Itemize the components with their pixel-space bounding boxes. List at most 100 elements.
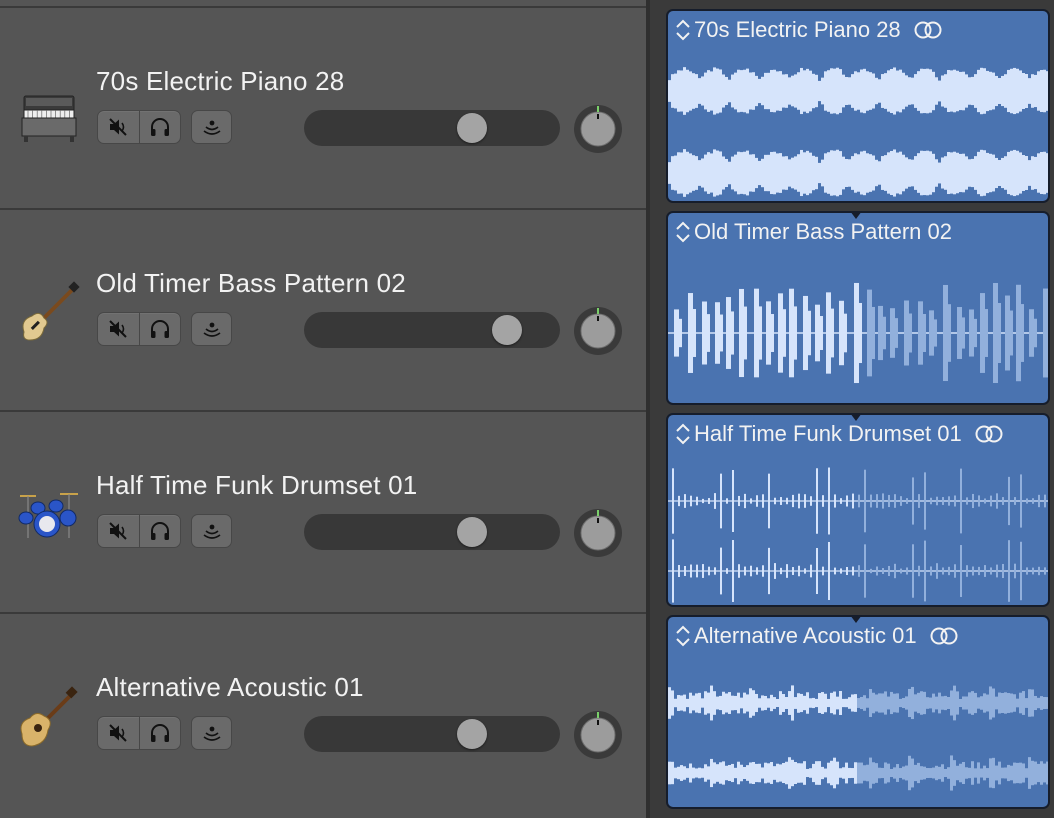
waveform-bar xyxy=(725,693,728,713)
waveform-bar xyxy=(888,494,890,508)
input-monitoring-button[interactable] xyxy=(191,110,232,144)
waveform-bar xyxy=(905,765,908,781)
waveform-bar xyxy=(677,766,680,780)
volume-slider[interactable] xyxy=(304,110,560,146)
audio-region-4[interactable]: Alternative Acoustic 01 xyxy=(666,615,1050,809)
waveform-bar xyxy=(1005,295,1010,371)
waveform-bar xyxy=(966,497,968,505)
waveform-bar xyxy=(810,496,812,506)
waveform-bar xyxy=(702,498,704,504)
waveform-bar xyxy=(948,566,950,576)
input-monitoring-button[interactable] xyxy=(191,514,232,548)
waveform-bar xyxy=(773,766,776,780)
waveform-bar xyxy=(912,477,914,525)
pan-knob[interactable] xyxy=(573,306,623,356)
volume-slider-thumb[interactable] xyxy=(491,315,522,345)
waveform-bar xyxy=(969,309,974,357)
up-down-chevron-icon[interactable] xyxy=(674,220,692,244)
waveform-bar xyxy=(881,767,884,779)
waveform-bar xyxy=(816,547,818,595)
waveform-bar xyxy=(878,767,881,779)
waveform-bar xyxy=(731,695,734,711)
garageband-tracks-area: 70s Electric Piano 28 Old Timer Bass Pat… xyxy=(0,0,1054,818)
waveform-bar xyxy=(833,757,836,789)
audio-region-2[interactable]: Old Timer Bass Pattern 02 xyxy=(666,211,1050,405)
loop-boundary-marker xyxy=(850,610,862,623)
solo-button[interactable] xyxy=(138,313,181,345)
waveform-bar xyxy=(947,697,950,709)
waveform-bar xyxy=(839,768,842,778)
waveform-bar xyxy=(774,563,776,579)
region-header: Alternative Acoustic 01 xyxy=(674,621,959,651)
drum-kit-icon xyxy=(14,482,82,550)
waveform-bar xyxy=(734,767,737,779)
track-header-2[interactable]: Old Timer Bass Pattern 02 xyxy=(0,208,646,410)
input-monitoring-button[interactable] xyxy=(191,312,232,346)
mute-button[interactable] xyxy=(98,515,139,547)
track-header-1[interactable]: 70s Electric Piano 28 xyxy=(0,6,646,208)
waveform-bar xyxy=(896,764,899,782)
track-header-4[interactable]: Alternative Acoustic 01 xyxy=(0,612,646,814)
waveform-bar xyxy=(1014,497,1016,505)
waveform-bar xyxy=(702,301,707,365)
pan-knob[interactable] xyxy=(573,104,623,154)
track-header-3[interactable]: Half Time Funk Drumset 01 xyxy=(0,410,646,612)
up-down-chevron-icon[interactable] xyxy=(674,624,692,648)
waveform-bar xyxy=(792,567,794,575)
waveform-bar xyxy=(882,568,884,574)
waveform-bar xyxy=(990,567,992,575)
mute-button[interactable] xyxy=(98,313,139,345)
waveform-bar xyxy=(878,305,883,361)
up-down-chevron-icon[interactable] xyxy=(674,18,692,42)
audio-region-3[interactable]: Half Time Funk Drumset 01 xyxy=(666,413,1050,607)
tracks-timeline[interactable]: 70s Electric Piano 28 Old Timer Bass Pat… xyxy=(650,0,1054,818)
solo-button[interactable] xyxy=(138,111,181,143)
input-monitoring-button[interactable] xyxy=(191,716,232,750)
waveform-bar xyxy=(752,762,755,784)
volume-slider[interactable] xyxy=(304,514,560,550)
waveform-bar xyxy=(756,567,758,575)
waveform-bar xyxy=(985,309,988,357)
pan-knob[interactable] xyxy=(573,710,623,760)
solo-button[interactable] xyxy=(138,515,181,547)
bass-guitar-icon xyxy=(14,280,82,348)
audio-region-1[interactable]: 70s Electric Piano 28 xyxy=(666,9,1050,203)
waveform-bar xyxy=(917,692,920,714)
volume-slider-thumb[interactable] xyxy=(456,113,487,143)
waveform-bar xyxy=(854,282,859,384)
waveform-bar xyxy=(836,761,839,785)
input-monitoring-icon xyxy=(202,322,221,337)
waveform-bar xyxy=(890,308,895,358)
waveform-bar xyxy=(950,690,953,716)
volume-slider[interactable] xyxy=(304,312,560,348)
waveform-bar xyxy=(1034,695,1037,711)
mute-button[interactable] xyxy=(98,111,139,143)
waveform-bar xyxy=(1028,689,1031,717)
volume-slider-thumb[interactable] xyxy=(456,719,487,749)
waveform-bar xyxy=(710,758,713,788)
waveform-bar xyxy=(737,692,740,714)
mute-button[interactable] xyxy=(98,717,139,749)
volume-slider[interactable] xyxy=(304,716,560,752)
waveform-bar xyxy=(876,566,878,576)
solo-button[interactable] xyxy=(138,717,181,749)
waveform-bar xyxy=(890,691,893,715)
waveform-bar xyxy=(930,566,932,576)
waveform-bar xyxy=(1020,474,1022,528)
volume-slider-thumb[interactable] xyxy=(456,517,487,547)
waveform-bar xyxy=(1029,309,1034,357)
waveform-bar xyxy=(707,766,710,780)
up-down-chevron-icon[interactable] xyxy=(674,422,692,446)
waveform-bar xyxy=(1008,540,1010,602)
waveform-bar xyxy=(1002,563,1004,579)
waveform-bar xyxy=(948,496,950,506)
waveform-bar xyxy=(846,495,848,507)
waveform-bar xyxy=(1034,761,1037,785)
waveform-bar xyxy=(737,761,740,785)
input-monitoring-icon xyxy=(202,120,221,135)
headphones-icon xyxy=(150,118,169,136)
waveform-bar xyxy=(906,567,908,575)
waveform-bar xyxy=(986,768,989,778)
waveform-bar xyxy=(680,765,683,781)
pan-knob[interactable] xyxy=(573,508,623,558)
